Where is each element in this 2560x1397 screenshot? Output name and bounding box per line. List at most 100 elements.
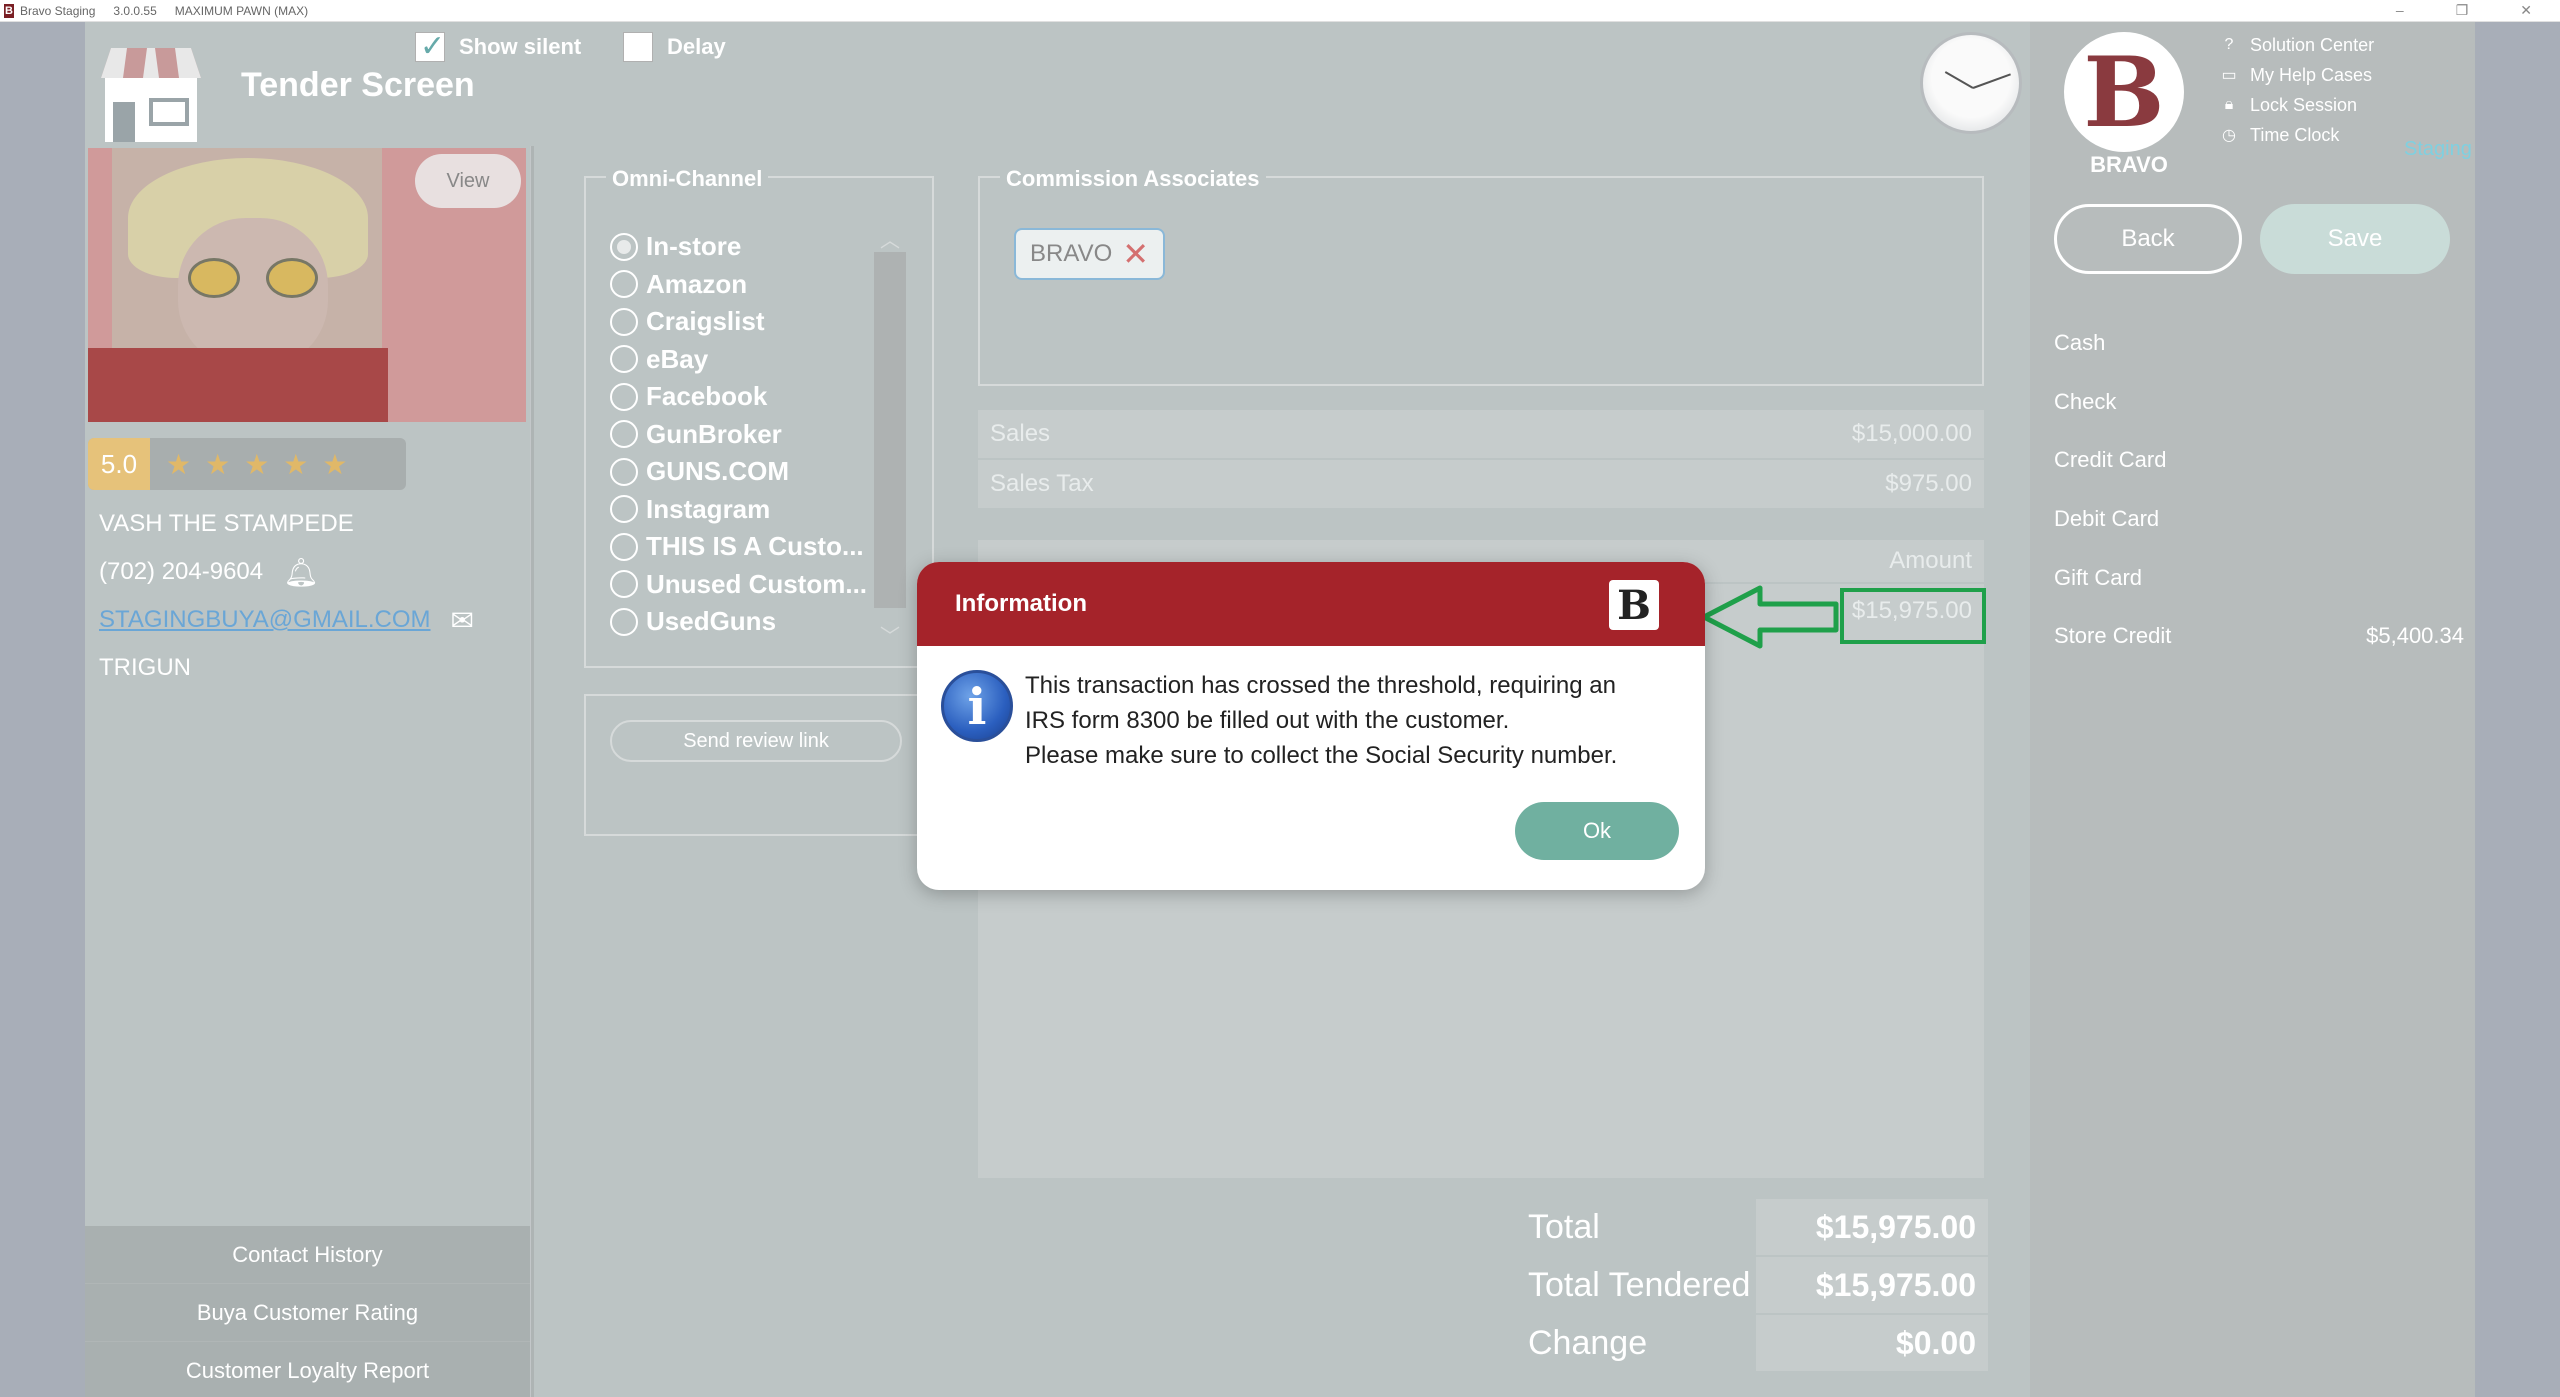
close-icon[interactable]: ✕ [2520, 0, 2532, 20]
loyalty-report-button[interactable]: Customer Loyalty Report [85, 1342, 530, 1397]
environment-label: Staging [2404, 138, 2472, 160]
tender-label: Store Credit [2054, 623, 2172, 649]
channel-label: Facebook [646, 381, 768, 412]
radio-icon[interactable] [610, 607, 638, 636]
solution-center-link[interactable]: ? Solution Center [2218, 30, 2375, 60]
channel-facebook[interactable]: Facebook [610, 378, 867, 416]
radio-icon[interactable] [610, 270, 638, 299]
back-button[interactable]: Back [2054, 204, 2242, 274]
radio-icon[interactable] [610, 420, 638, 449]
app-version: 3.0.0.55 [113, 3, 157, 18]
brand-name: BRAVO [2090, 152, 2168, 177]
help-cases-link[interactable]: ▭ My Help Cases [2218, 60, 2374, 90]
customer-email[interactable]: STAGINGBUYA@GMAIL.COM [99, 606, 431, 634]
total-row: Total $15,975.00 [1528, 1198, 1988, 1256]
channel-label: eBay [646, 343, 709, 374]
radio-icon[interactable] [610, 345, 638, 374]
checkbox-checked-icon[interactable] [415, 29, 445, 64]
minimize-icon[interactable]: – [2396, 0, 2404, 20]
remove-associate-icon[interactable]: ✕ [1122, 235, 1149, 273]
ok-button[interactable]: Ok [1515, 802, 1679, 860]
radio-icon[interactable] [610, 307, 638, 336]
restore-icon[interactable]: ❐ [2456, 0, 2469, 20]
channel-in-store[interactable]: In-store [610, 228, 867, 266]
scroll-thumb[interactable] [874, 252, 906, 608]
store-name: MAXIMUM PAWN (MAX) [174, 3, 309, 18]
radio-icon[interactable] [610, 382, 638, 411]
channel-gunbroker[interactable]: GunBroker [610, 416, 867, 454]
review-group: Send review link [584, 694, 934, 836]
channel-instagram[interactable]: Instagram [610, 491, 867, 529]
tender-cash[interactable]: Cash [2054, 314, 2464, 373]
dialog-header: Information B [917, 562, 1705, 646]
channel-guns-com[interactable]: GUNS.COM [610, 453, 867, 491]
help-links: ? Solution Center ▭ My Help Cases 🔒︎ Lock S… [2218, 30, 2374, 150]
save-button[interactable]: Save [2260, 204, 2450, 274]
channel-label: UsedGuns [646, 606, 777, 637]
show-silent-checkbox[interactable]: Show silent [415, 29, 582, 64]
bravo-logo-icon: B [2064, 32, 2184, 152]
buya-rating-button[interactable]: Buya Customer Rating [85, 1284, 530, 1342]
folder-icon: ▭ [2221, 67, 2237, 84]
header-bar: Tender Screen Show silent Delay [85, 22, 2030, 146]
store-icon [101, 48, 201, 142]
total-tendered-label: Total Tendered [1528, 1265, 1751, 1304]
scroll-down-icon[interactable]: ﹀ [874, 620, 906, 648]
contact-history-button[interactable]: Contact History [85, 1226, 530, 1284]
page-title: Tender Screen [241, 66, 475, 104]
channel-custom-2[interactable]: Unused Custom... [610, 566, 867, 604]
channel-label: THIS IS A Custo... [646, 531, 864, 562]
mail-icon[interactable]: ✉ [451, 604, 474, 637]
time-clock-label: Time Clock [2250, 124, 2340, 145]
channel-custom-1[interactable]: THIS IS A Custo... [610, 528, 867, 566]
radio-icon[interactable] [610, 495, 638, 524]
channel-craigslist[interactable]: Craigslist [610, 303, 867, 341]
solution-center-label: Solution Center [2250, 34, 2375, 55]
tender-credit-card[interactable]: Credit Card [2054, 431, 2464, 490]
bell-icon[interactable]: 🔔︎ [283, 556, 319, 589]
tender-debit-card[interactable]: Debit Card [2054, 490, 2464, 549]
customer-phone: (702) 204-9604 [99, 558, 264, 585]
omni-channel-scrollbar[interactable]: ︿ ﹀ [874, 224, 906, 648]
question-icon: ? [2224, 36, 2234, 53]
channel-usedguns[interactable]: UsedGuns [610, 603, 867, 641]
associate-chip: BRAVO ✕ [1014, 228, 1166, 280]
tender-label: Debit Card [2054, 506, 2160, 532]
show-silent-label: Show silent [459, 34, 582, 59]
time-clock-link[interactable]: ◷ Time Clock [2218, 120, 2374, 150]
lock-session-link[interactable]: 🔒︎ Lock Session [2218, 90, 2374, 120]
customer-phone-row: (702) 204-9604 🔔︎ [99, 548, 474, 596]
checkbox-empty-icon[interactable] [623, 32, 653, 62]
tender-label: Gift Card [2054, 564, 2143, 590]
view-button[interactable]: View [415, 154, 521, 208]
commission-group: Commission Associates BRAVO ✕ [978, 166, 1984, 386]
omni-channel-list: In-store Amazon Craigslist eBay Facebook… [610, 228, 867, 641]
scroll-up-icon[interactable]: ︿ [874, 224, 906, 252]
tender-label: Cash [2054, 330, 2106, 356]
total-tendered-row: Total Tendered $15,975.00 [1528, 1256, 1988, 1314]
sales-summary: Sales $15,000.00 Sales Tax $975.00 [978, 410, 1984, 510]
clock-small-icon: ◷ [2222, 127, 2236, 144]
delay-checkbox[interactable]: Delay [623, 32, 726, 62]
tender-label: Check [2054, 388, 2117, 414]
commission-legend: Commission Associates [1000, 166, 1266, 192]
channel-amazon[interactable]: Amazon [610, 266, 867, 304]
channel-label: In-store [646, 231, 742, 262]
rating-score: 5.0 [88, 438, 150, 490]
sales-row: Sales $15,000.00 [978, 410, 1984, 460]
radio-selected-icon[interactable] [610, 232, 638, 261]
tender-store-credit[interactable]: Store Credit $5,400.34 [2054, 607, 2464, 666]
radio-icon[interactable] [610, 570, 638, 599]
channel-ebay[interactable]: eBay [610, 341, 867, 379]
dialog-line: This transaction has crossed the thresho… [1025, 672, 1616, 699]
change-label: Change [1528, 1323, 1648, 1362]
radio-icon[interactable] [610, 457, 638, 486]
star-icons: ★★★★★ [166, 448, 362, 480]
sales-tax-row: Sales Tax $975.00 [978, 460, 1984, 510]
send-review-link-button[interactable]: Send review link [610, 720, 902, 762]
radio-icon[interactable] [610, 532, 638, 561]
tender-gift-card[interactable]: Gift Card [2054, 548, 2464, 607]
tender-check[interactable]: Check [2054, 373, 2464, 432]
customer-email-row: STAGINGBUYA@GMAIL.COM ✉ [99, 596, 474, 644]
amount-highlight [1840, 588, 1986, 644]
